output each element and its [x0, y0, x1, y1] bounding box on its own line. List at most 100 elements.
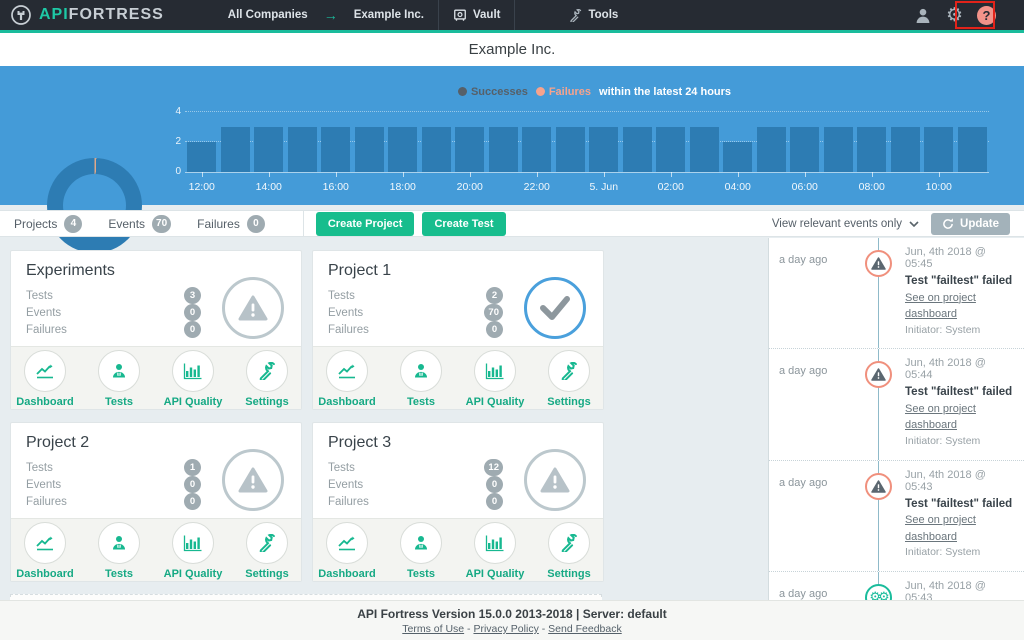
events-label: Events — [26, 307, 61, 319]
failures-label: Failures — [26, 496, 67, 508]
nav-company[interactable]: Example Inc. — [340, 0, 438, 30]
dashboard-icon — [24, 350, 66, 392]
x-axis-tick — [939, 172, 940, 177]
tests-button[interactable]: Tests — [85, 522, 153, 580]
x-axis-tick-label: 14:00 — [256, 181, 282, 193]
action-label: Dashboard — [16, 568, 73, 580]
event-title: Test "failtest" failed — [905, 385, 1016, 401]
action-label: API Quality — [466, 396, 525, 408]
api-quality-icon — [474, 522, 516, 564]
tests-label: Tests — [328, 462, 355, 474]
events-label: Events — [328, 479, 363, 491]
chart-bar — [690, 127, 719, 172]
events-count-badge: 0 — [184, 476, 201, 493]
status-warning-icon — [222, 277, 284, 339]
brand-logo[interactable]: APIFORTRESS — [10, 4, 164, 26]
event-dashboard-link[interactable]: See on project dashboard — [905, 401, 1016, 434]
update-button[interactable]: Update — [931, 213, 1010, 235]
settings-gear-icon[interactable]: ⚙ — [946, 6, 963, 25]
stats-banner: Successes Failures within the latest 24 … — [0, 66, 1024, 205]
dashboard-button[interactable]: Dashboard — [313, 350, 381, 408]
nav-all-companies[interactable]: All Companies — [214, 0, 322, 30]
action-label: Tests — [407, 568, 435, 580]
event-initiator: Initiator: System — [905, 323, 1016, 339]
dashboard-button[interactable]: Dashboard — [11, 350, 79, 408]
terms-of-use-link[interactable]: Terms of Use — [402, 623, 464, 635]
action-label: Dashboard — [16, 396, 73, 408]
chart-legend: Successes Failures within the latest 24 … — [185, 86, 1004, 98]
event-icon-column: ⚙⚙ — [857, 580, 899, 600]
footer-links: Terms of Use - Privacy Policy - Send Fee… — [0, 623, 1024, 635]
dashboard-button[interactable]: Dashboard — [313, 522, 381, 580]
settings-button[interactable]: Settings — [233, 350, 301, 408]
send-feedback-link[interactable]: Send Feedback — [548, 623, 622, 635]
event-title: Test "failtest" failed — [905, 497, 1016, 513]
chart-bar — [388, 127, 417, 172]
chart-bar — [958, 127, 987, 172]
chevron-down-icon — [909, 221, 919, 227]
timeline-event: a day agoJun, 4th 2018 @ 05:44Test "fail… — [769, 349, 1024, 460]
tests-button[interactable]: Tests — [85, 350, 153, 408]
chart-bar — [187, 142, 216, 172]
warning-icon — [865, 473, 892, 500]
failures-dot-icon — [536, 87, 545, 96]
warning-icon — [865, 361, 892, 388]
settings-button[interactable]: Settings — [535, 522, 603, 580]
api-quality-button[interactable]: API Quality — [461, 522, 529, 580]
tests-button[interactable]: Tests — [387, 350, 455, 408]
y-axis-tick-label: 2 — [169, 136, 181, 147]
title-bar: Example Inc. — [0, 33, 1024, 66]
nav-tools[interactable]: Tools — [555, 0, 632, 30]
event-timestamp: Jun, 4th 2018 @ 05:43 — [905, 580, 1016, 600]
warning-icon — [865, 250, 892, 277]
api-quality-icon — [172, 350, 214, 392]
page-title: Example Inc. — [469, 41, 556, 58]
api-quality-button[interactable]: API Quality — [159, 350, 227, 408]
projects-counter[interactable]: Projects 4 — [14, 215, 82, 233]
nav-divider — [514, 0, 515, 30]
refresh-icon — [942, 218, 954, 230]
event-dashboard-link[interactable]: See on project dashboard — [905, 290, 1016, 323]
status-warning-icon — [524, 449, 586, 511]
chart-bar — [556, 127, 585, 172]
settings-button[interactable]: Settings — [233, 522, 301, 580]
x-axis-tick-label: 5. Jun — [589, 181, 618, 193]
legend-successes: Successes — [458, 86, 528, 98]
successes-dot-icon — [458, 87, 467, 96]
chart-bar — [221, 127, 250, 172]
tests-label: Tests — [26, 290, 53, 302]
events-counter[interactable]: Events 70 — [108, 215, 171, 233]
user-icon[interactable] — [914, 7, 932, 24]
x-axis-tick-label: 10:00 — [926, 181, 952, 193]
create-project-button[interactable]: Create Project — [316, 212, 415, 236]
failures-count-badge: 0 — [486, 321, 503, 338]
event-icon-column — [857, 357, 899, 449]
event-icon-column — [857, 469, 899, 561]
dashboard-icon — [326, 350, 368, 392]
breadcrumb-arrow-icon: → — [322, 7, 340, 23]
chart-bar — [924, 127, 953, 172]
api-quality-button[interactable]: API Quality — [461, 350, 529, 408]
failures-label: Failures — [328, 496, 369, 508]
settings-icon — [246, 522, 288, 564]
chart-bar — [321, 127, 350, 172]
help-icon[interactable]: ? — [977, 6, 996, 25]
nav-vault[interactable]: Vault — [439, 0, 514, 30]
action-label: API Quality — [466, 568, 525, 580]
chart-bar — [589, 127, 618, 172]
privacy-policy-link[interactable]: Privacy Policy — [473, 623, 538, 635]
dashboard-button[interactable]: Dashboard — [11, 522, 79, 580]
tests-count-badge: 12 — [484, 459, 503, 476]
tests-button[interactable]: Tests — [387, 522, 455, 580]
failures-counter[interactable]: Failures 0 — [197, 215, 265, 233]
events-filter-dropdown[interactable]: View relevant events only — [772, 218, 919, 230]
chart-bar — [790, 127, 819, 172]
y-axis-tick-label: 4 — [169, 106, 181, 117]
y-axis-tick-label: 0 — [169, 166, 181, 177]
navbar-right: ⚙ ? — [914, 6, 1014, 25]
chart-bar — [723, 142, 752, 172]
settings-button[interactable]: Settings — [535, 350, 603, 408]
event-dashboard-link[interactable]: See on project dashboard — [905, 512, 1016, 545]
create-test-button[interactable]: Create Test — [422, 212, 505, 236]
api-quality-button[interactable]: API Quality — [159, 522, 227, 580]
